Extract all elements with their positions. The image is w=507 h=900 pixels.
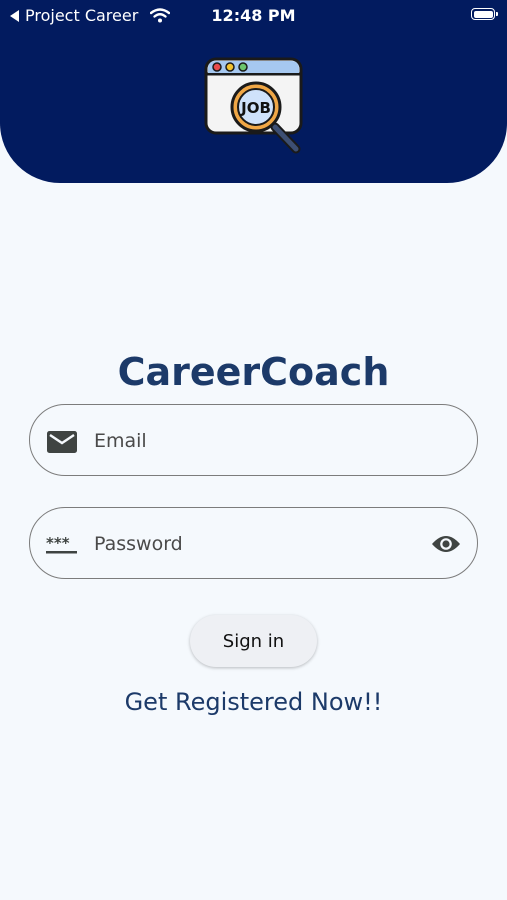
password-field[interactable]: *** bbox=[29, 507, 478, 580]
mail-icon bbox=[47, 431, 77, 453]
sign-in-button[interactable]: Sign in bbox=[190, 615, 317, 667]
password-dots-icon: *** bbox=[46, 536, 77, 554]
eye-icon[interactable] bbox=[431, 534, 461, 554]
header-banner: Project Career 12:48 PM JOB bbox=[0, 0, 507, 183]
app-title: CareerCoach bbox=[117, 350, 390, 394]
email-field[interactable] bbox=[29, 404, 478, 477]
email-input[interactable] bbox=[92, 405, 416, 477]
job-search-logo-icon: JOB bbox=[204, 57, 303, 154]
password-input[interactable] bbox=[92, 508, 416, 580]
battery-icon bbox=[471, 8, 498, 20]
status-bar: Project Career 12:48 PM bbox=[0, 0, 507, 32]
status-time: 12:48 PM bbox=[211, 6, 296, 25]
register-link[interactable]: Get Registered Now!! bbox=[0, 688, 507, 716]
svg-text:***: *** bbox=[46, 536, 70, 552]
logo-text: JOB bbox=[240, 99, 271, 117]
